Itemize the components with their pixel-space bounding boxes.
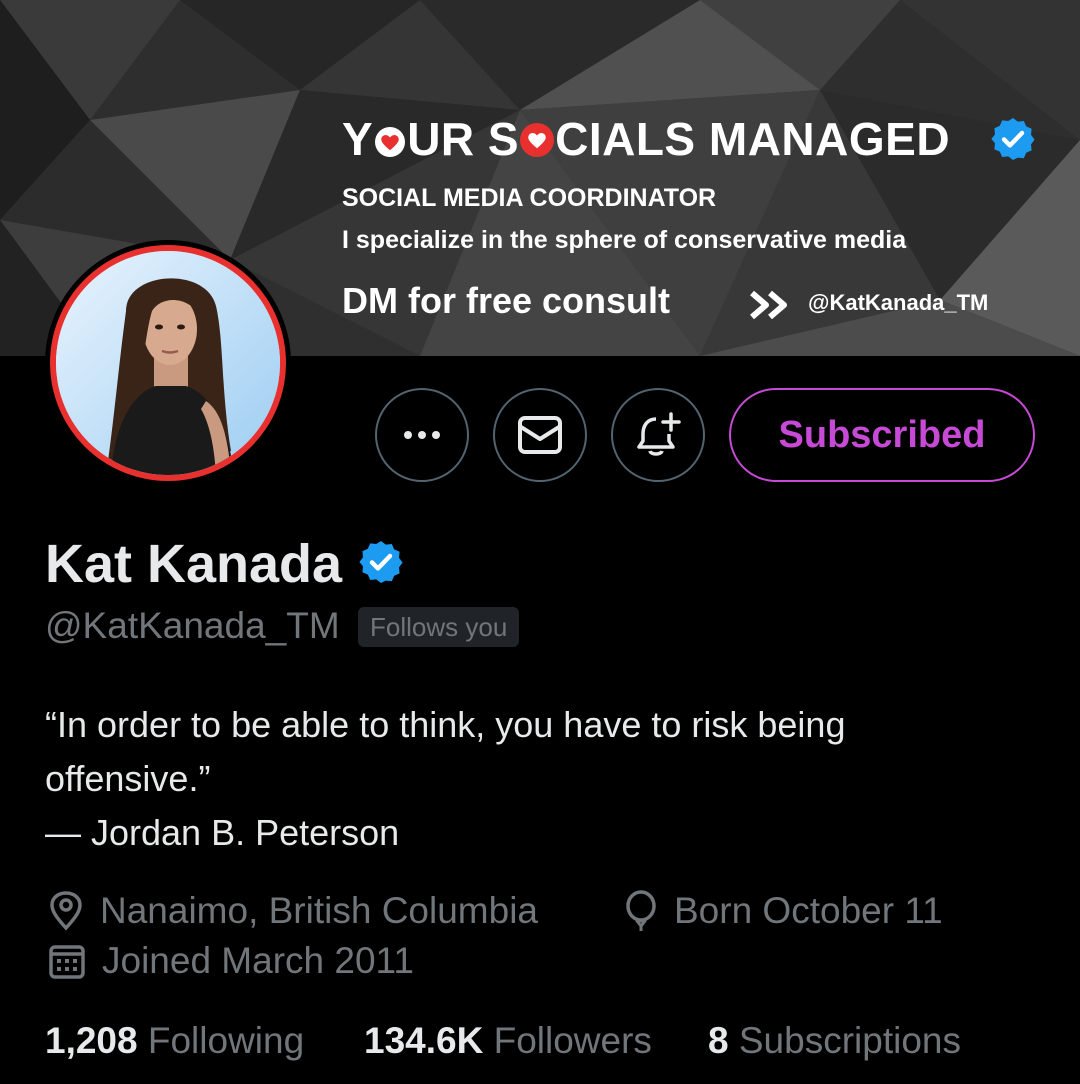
message-button[interactable] (493, 388, 587, 482)
display-name: Kat Kanada (45, 534, 343, 594)
followers-label: Followers (493, 1020, 652, 1061)
location-text: Nanaimo, British Columbia (100, 890, 539, 931)
verified-badge-icon[interactable] (357, 538, 405, 586)
banner-heart-o-icon (520, 123, 555, 157)
avatar-photo (56, 251, 280, 475)
profile-avatar[interactable] (45, 240, 291, 486)
bio-line: offensive.” (45, 758, 211, 799)
balloon-icon (626, 890, 656, 931)
follows-you-badge: Follows you (358, 607, 520, 647)
calendar-icon (49, 945, 85, 979)
banner-headline: Y UR S CIALS MANAGED (342, 113, 951, 165)
banner-cta: DM for free consult (342, 280, 671, 321)
birthday-row: Born October 11 (624, 890, 943, 932)
avatar-ring (50, 245, 286, 481)
banner-verified-badge-icon (991, 118, 1035, 160)
bell-plus-icon (637, 412, 681, 456)
profile-bio: “In order to be able to think, you have … (45, 698, 1035, 860)
followers-stat[interactable]: 134.6K Followers (364, 1020, 652, 1062)
location-pin-icon (50, 891, 82, 931)
banner-handle: @KatKanada_TM (808, 290, 989, 315)
joined-row: Joined March 2011 (48, 940, 414, 982)
banner-subtitle: SOCIAL MEDIA COORDINATOR (342, 184, 717, 212)
followers-count: 134.6K (364, 1020, 484, 1061)
birthday-text: Born October 11 (674, 890, 943, 931)
banner-heart-logo-icon (375, 127, 406, 157)
profile-handle: @KatKanada_TM (45, 605, 340, 646)
banner-tagline: I specialize in the sphere of conservati… (342, 226, 907, 254)
location-row: Nanaimo, British Columbia (48, 890, 538, 932)
more-icon (404, 431, 440, 439)
following-count: 1,208 (45, 1020, 138, 1061)
subscriptions-label: Subscriptions (738, 1020, 961, 1061)
double-chevron-right-icon (750, 290, 787, 320)
subscribed-button[interactable]: Subscribed (729, 388, 1035, 482)
envelope-icon (518, 416, 562, 454)
following-label: Following (147, 1020, 305, 1061)
bio-line: “In order to be able to think, you have … (45, 704, 846, 745)
notifications-button[interactable] (611, 388, 705, 482)
subscriptions-stat[interactable]: 8 Subscriptions (708, 1020, 961, 1062)
following-stat[interactable]: 1,208 Following (45, 1020, 304, 1062)
more-options-button[interactable] (375, 388, 469, 482)
subscriptions-count: 8 (708, 1020, 729, 1061)
joined-text: Joined March 2011 (102, 940, 414, 981)
bio-line: — Jordan B. Peterson (45, 812, 400, 853)
